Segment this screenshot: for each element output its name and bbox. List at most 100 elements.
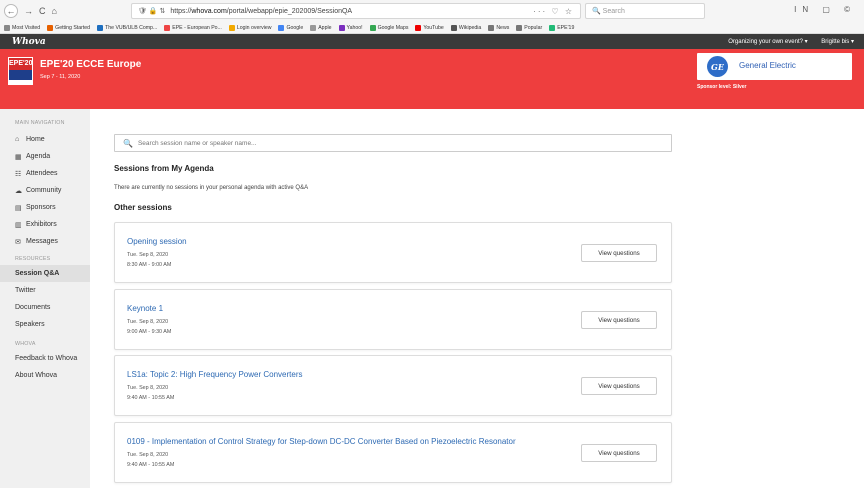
session-title[interactable]: Opening session <box>127 237 187 246</box>
sidebar-item-speakers[interactable]: Speakers <box>0 316 90 333</box>
sidebar-item-documents[interactable]: Documents <box>0 299 90 316</box>
bookmark-icon <box>47 24 54 31</box>
session-time: 8:30 AM - 9:00 AM <box>127 262 172 268</box>
reload-button[interactable]: C <box>39 6 46 16</box>
bookmark-item[interactable]: The VUB/ULB Comp... <box>97 24 157 31</box>
back-button[interactable]: ← <box>4 4 18 18</box>
bookmark-icon <box>4 24 10 31</box>
sidebar-item-label: Exhibitors <box>26 221 57 228</box>
sidebar-item-feedback-to-whova[interactable]: Feedback to Whova <box>0 350 90 367</box>
home-button[interactable]: ⌂ <box>52 6 57 16</box>
view-questions-button[interactable]: View questions <box>581 311 657 329</box>
bookmark-item[interactable]: News <box>488 24 509 31</box>
bookmark-icon <box>278 24 285 31</box>
bookmark-item[interactable]: Yahoo! <box>338 24 363 31</box>
search-icon: 🔍 <box>592 8 603 15</box>
bookmark-item[interactable]: EPE'19 <box>549 24 574 31</box>
sidebar-item-attendees[interactable]: ☷ Attendees <box>0 165 90 182</box>
bookmark-icon <box>415 24 422 31</box>
search-icon: 🔍 <box>123 138 133 148</box>
session-title[interactable]: 0109 - Implementation of Control Strateg… <box>127 437 516 446</box>
session-card: LS1a: Topic 2: High Frequency Power Conv… <box>114 355 672 416</box>
sponsor-icon: ▤ <box>15 204 22 212</box>
bookmark-item[interactable]: Apple <box>310 24 332 31</box>
event-logo: EPE'20 <box>8 57 33 85</box>
sidebar-item-home[interactable]: ⌂ Home <box>0 131 90 148</box>
bookmark-item[interactable]: EPE - European Po... <box>164 24 222 31</box>
view-questions-button[interactable]: View questions <box>581 377 657 395</box>
session-search-input[interactable] <box>137 139 638 147</box>
view-questions-button[interactable]: View questions <box>581 444 657 462</box>
bookmarks-bar: Most Visited Getting Started The VUB/ULB C… <box>0 22 864 34</box>
whova-logo[interactable]: Whova <box>12 37 46 47</box>
sidebar-item-label: Attendees <box>26 170 58 177</box>
sidebar-item-exhibitors[interactable]: ▥ Exhibitors <box>0 216 90 233</box>
bookmark-item[interactable]: Popular <box>516 24 542 31</box>
session-card: 0109 - Implementation of Control Strateg… <box>114 422 672 483</box>
view-questions-button[interactable]: View questions <box>581 244 657 262</box>
session-time: 9:00 AM - 9:30 AM <box>127 329 172 335</box>
session-time: 9:40 AM - 10:55 AM <box>127 395 175 401</box>
bookmark-icon <box>450 24 457 31</box>
sidebar-item-session-q-a[interactable]: Session Q&A <box>0 265 90 282</box>
sidebar-item-label: Community <box>26 187 62 194</box>
page-actions-icons[interactable]: ··· ♡ ☆ <box>533 7 574 16</box>
bookmark-item[interactable]: Wikipedia <box>450 24 481 31</box>
session-date: Tue. Sep 8, 2020 <box>127 452 169 458</box>
bookmark-item[interactable]: Login overview <box>228 24 271 31</box>
my-agenda-title: Sessions from My Agenda <box>114 164 214 173</box>
calendar-icon: ▦ <box>15 153 22 161</box>
session-date: Tue. Sep 8, 2020 <box>127 252 169 258</box>
bookmark-icon <box>310 24 317 31</box>
sidebar-item-label: Messages <box>26 238 58 245</box>
sidebar-item-agenda[interactable]: ▦ Agenda <box>0 148 90 165</box>
bookmark-icon <box>369 24 376 31</box>
event-title: EPE'20 ECCE Europe <box>40 59 142 70</box>
bookmark-icon <box>97 24 104 31</box>
other-sessions-title: Other sessions <box>114 203 172 212</box>
session-search[interactable]: 🔍 <box>114 134 672 152</box>
user-menu[interactable]: Brigitte bis ▾ <box>821 39 854 45</box>
sponsor-level: Sponsor level: Silver <box>697 84 747 90</box>
home-icon: ⌂ <box>15 136 20 143</box>
sidebar-item-label: Agenda <box>26 153 51 160</box>
sidebar: MAIN NAVIGATION ⌂ Home ▦ Agenda ☷ Attendees ☁ C… <box>0 109 90 488</box>
sidebar-item-sponsors[interactable]: ▤ Sponsors <box>0 199 90 216</box>
sidebar-item-messages[interactable]: ✉ Messages <box>0 233 90 250</box>
bookmark-icon <box>549 24 556 31</box>
bookmark-item[interactable]: Getting Started <box>47 24 90 31</box>
bookmark-icon <box>164 24 171 31</box>
sidebar-item-about-whova[interactable]: About Whova <box>0 367 90 384</box>
bookmark-item[interactable]: Google Maps <box>369 24 408 31</box>
forward-button[interactable]: → <box>24 6 33 16</box>
sponsor-name[interactable]: General Electric <box>739 61 796 70</box>
ge-logo-icon: GE <box>707 56 728 77</box>
bookmark-icon <box>228 24 235 31</box>
session-title[interactable]: LS1a: Topic 2: High Frequency Power Conv… <box>127 370 303 379</box>
sidebar-item-label: Sponsors <box>26 204 56 211</box>
session-card: Keynote 1 Tue. Sep 8, 2020 9:00 AM - 9:30 … <box>114 289 672 350</box>
bookmark-item[interactable]: Most Visited <box>4 24 40 31</box>
sidebar-item-twitter[interactable]: Twitter <box>0 282 90 299</box>
bookmark-item[interactable]: Google <box>278 24 303 31</box>
bookmark-icon <box>488 24 495 31</box>
chat-icon: ☁ <box>15 187 22 195</box>
url-bar[interactable]: 🛡 🔒 ⇅ https://whova.com/portal/webapp/ep… <box>131 3 581 19</box>
my-agenda-note: There are currently no sessions in your … <box>114 185 309 191</box>
sidebar-item-label: Home <box>26 136 45 143</box>
security-icons: 🛡 🔒 ⇅ <box>138 8 166 15</box>
bookmark-item[interactable]: YouTube <box>415 24 444 31</box>
organizing-menu[interactable]: Organizing your own event? ▾ <box>728 39 807 45</box>
toolbar-right-icons[interactable]: IN ▢ © <box>794 5 856 14</box>
browser-toolbar: ← → C ⌂ 🛡 🔒 ⇅ https://whova.com/portal/w… <box>0 0 864 22</box>
url-text: https://whova.com/portal/webapp/epie_202… <box>170 7 353 15</box>
session-card: Opening session Tue. Sep 8, 2020 8:30 AM -… <box>114 222 672 283</box>
bookmark-icon <box>516 24 523 31</box>
session-time: 9:40 AM - 10:55 AM <box>127 462 175 468</box>
browser-search-input[interactable]: 🔍 Search <box>585 3 705 19</box>
session-title[interactable]: Keynote 1 <box>127 304 163 313</box>
sponsor-card[interactable]: GE General Electric <box>697 53 852 80</box>
envelope-icon: ✉ <box>15 238 21 246</box>
sidebar-item-community[interactable]: ☁ Community <box>0 182 90 199</box>
exhibitor-icon: ▥ <box>15 221 22 229</box>
